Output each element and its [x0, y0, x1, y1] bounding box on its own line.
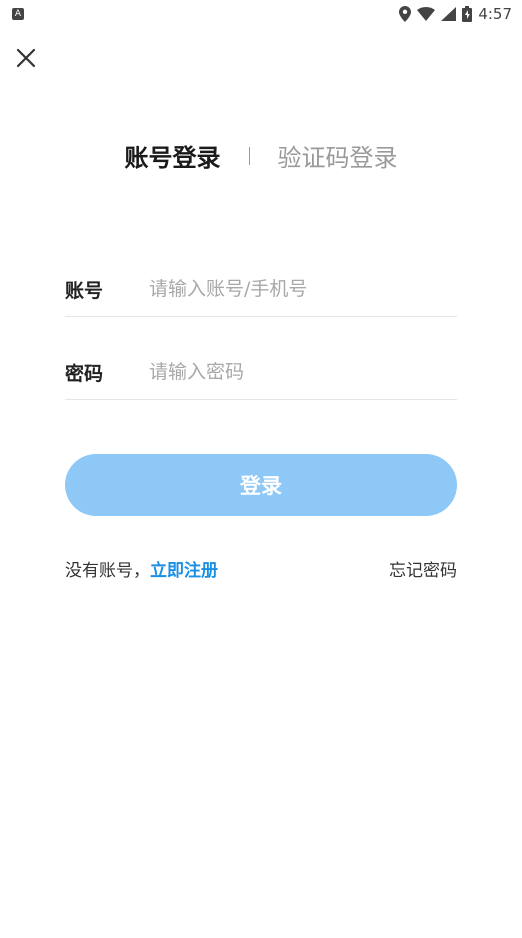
notification-badge-icon: A [12, 8, 24, 20]
status-right: 4:57 [399, 5, 512, 23]
close-button[interactable] [10, 42, 42, 74]
login-button[interactable]: 登录 [65, 454, 457, 516]
status-bar: A 4:57 [0, 0, 522, 28]
register-prompt: 没有账号，立即注册 [65, 556, 218, 581]
password-field-row: 密码 [65, 345, 457, 400]
battery-icon [462, 6, 473, 22]
close-icon [16, 48, 36, 68]
forgot-password-link[interactable]: 忘记密码 [389, 556, 457, 581]
password-input[interactable] [149, 361, 457, 383]
account-input[interactable] [149, 278, 457, 300]
no-account-text: 没有账号， [65, 561, 150, 581]
register-link[interactable]: 立即注册 [150, 561, 218, 581]
account-label: 账号 [65, 279, 104, 302]
login-tabs: 账号登录 验证码登录 [0, 138, 522, 173]
status-time: 4:57 [478, 5, 512, 23]
account-field-row: 账号 [65, 262, 457, 317]
login-form: 账号 密码 [65, 262, 457, 400]
wifi-icon [417, 7, 436, 21]
password-label: 密码 [65, 362, 104, 385]
tab-account-login[interactable]: 账号登录 [125, 138, 221, 173]
bottom-links: 没有账号，立即注册 忘记密码 [65, 556, 457, 581]
status-left: A [12, 8, 24, 20]
signal-icon [441, 7, 457, 21]
tab-code-login[interactable]: 验证码登录 [278, 138, 398, 173]
location-icon [399, 6, 412, 22]
tab-divider [248, 146, 250, 165]
